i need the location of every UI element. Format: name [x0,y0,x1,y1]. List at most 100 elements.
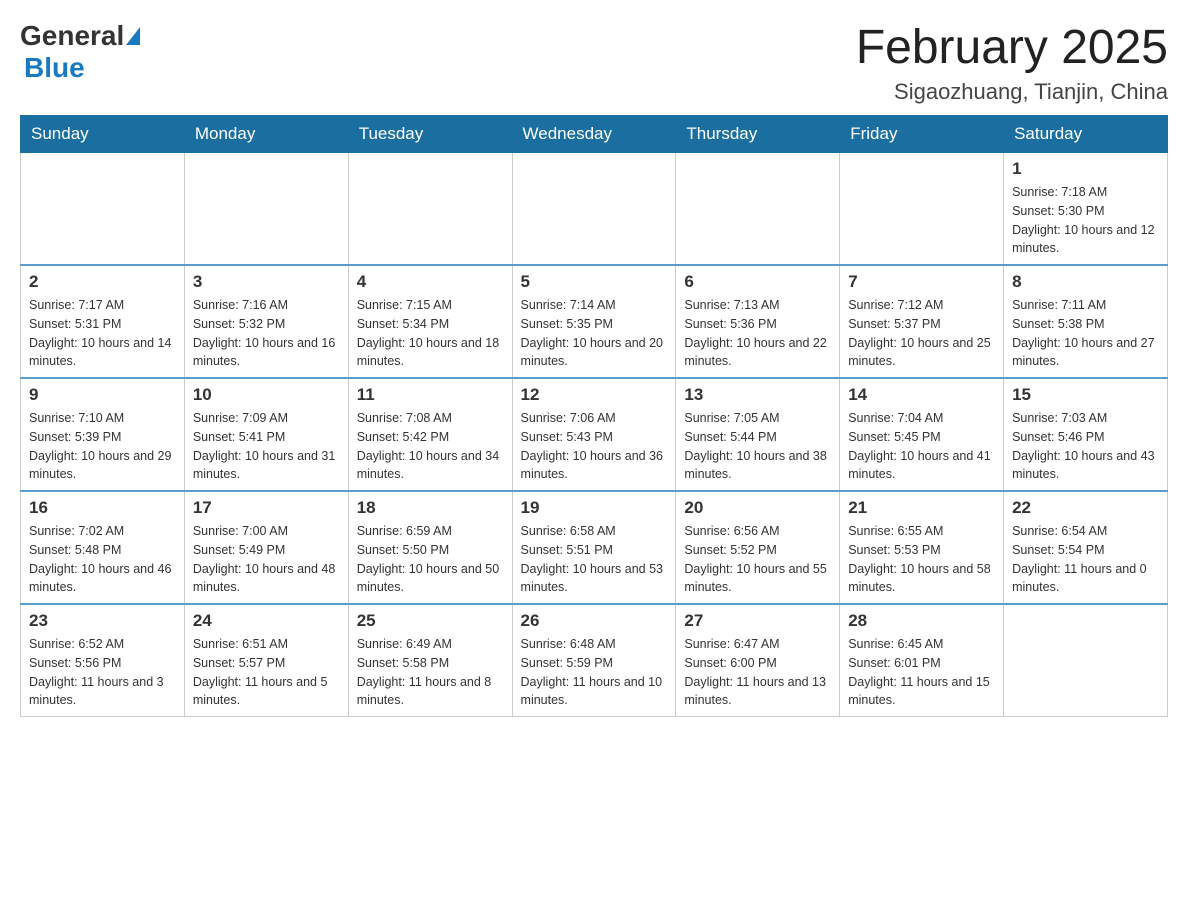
day-info: Sunrise: 6:48 AM Sunset: 5:59 PM Dayligh… [521,635,668,710]
calendar-cell: 19 Sunrise: 6:58 AM Sunset: 5:51 PM Dayli… [512,491,676,604]
day-info: Sunrise: 7:04 AM Sunset: 5:45 PM Dayligh… [848,409,995,484]
logo-blue-text: Blue [24,52,85,83]
day-number: 24 [193,611,340,631]
day-number: 28 [848,611,995,631]
day-number: 7 [848,272,995,292]
title-block: February 2025 Sigaozhuang, Tianjin, Chin… [856,20,1168,105]
calendar-day-header-saturday: Saturday [1004,116,1168,153]
calendar-cell: 10 Sunrise: 7:09 AM Sunset: 5:41 PM Dayli… [184,378,348,491]
day-info: Sunrise: 7:06 AM Sunset: 5:43 PM Dayligh… [521,409,668,484]
calendar-cell [348,153,512,266]
day-number: 6 [684,272,831,292]
calendar-day-header-friday: Friday [840,116,1004,153]
day-number: 10 [193,385,340,405]
calendar-day-header-wednesday: Wednesday [512,116,676,153]
calendar-cell [676,153,840,266]
day-number: 14 [848,385,995,405]
calendar-week-row-1: 1 Sunrise: 7:18 AM Sunset: 5:30 PM Daylig… [21,153,1168,266]
day-info: Sunrise: 7:02 AM Sunset: 5:48 PM Dayligh… [29,522,176,597]
calendar-week-row-2: 2Sunrise: 7:17 AM Sunset: 5:31 PM Daylig… [21,265,1168,378]
day-number: 19 [521,498,668,518]
day-info: Sunrise: 7:14 AM Sunset: 5:35 PM Dayligh… [521,296,668,371]
calendar-cell: 13 Sunrise: 7:05 AM Sunset: 5:44 PM Dayli… [676,378,840,491]
day-number: 4 [357,272,504,292]
day-info: Sunrise: 7:18 AM Sunset: 5:30 PM Dayligh… [1012,183,1159,258]
logo-general-text: General [20,20,124,52]
day-number: 22 [1012,498,1159,518]
day-number: 25 [357,611,504,631]
day-info: Sunrise: 7:15 AM Sunset: 5:34 PM Dayligh… [357,296,504,371]
day-number: 1 [1012,159,1159,179]
day-info: Sunrise: 7:16 AM Sunset: 5:32 PM Dayligh… [193,296,340,371]
calendar-cell: 4 Sunrise: 7:15 AM Sunset: 5:34 PM Daylig… [348,265,512,378]
logo-arrow-icon [126,27,140,45]
day-info: Sunrise: 6:49 AM Sunset: 5:58 PM Dayligh… [357,635,504,710]
calendar-cell: 7Sunrise: 7:12 AM Sunset: 5:37 PM Daylig… [840,265,1004,378]
day-number: 8 [1012,272,1159,292]
calendar-cell [21,153,185,266]
day-info: Sunrise: 6:56 AM Sunset: 5:52 PM Dayligh… [684,522,831,597]
day-number: 13 [684,385,831,405]
calendar-day-header-sunday: Sunday [21,116,185,153]
day-info: Sunrise: 6:51 AM Sunset: 5:57 PM Dayligh… [193,635,340,710]
calendar-cell: 12 Sunrise: 7:06 AM Sunset: 5:43 PM Dayli… [512,378,676,491]
calendar-week-row-3: 9 Sunrise: 7:10 AM Sunset: 5:39 PM Daylig… [21,378,1168,491]
calendar-cell: 15Sunrise: 7:03 AM Sunset: 5:46 PM Dayli… [1004,378,1168,491]
calendar-cell [840,153,1004,266]
day-info: Sunrise: 6:55 AM Sunset: 5:53 PM Dayligh… [848,522,995,597]
day-number: 27 [684,611,831,631]
calendar-cell: 26 Sunrise: 6:48 AM Sunset: 5:59 PM Dayli… [512,604,676,717]
day-number: 15 [1012,385,1159,405]
calendar-cell: 14 Sunrise: 7:04 AM Sunset: 5:45 PM Dayli… [840,378,1004,491]
calendar-cell: 20Sunrise: 6:56 AM Sunset: 5:52 PM Dayli… [676,491,840,604]
day-info: Sunrise: 6:54 AM Sunset: 5:54 PM Dayligh… [1012,522,1159,597]
day-info: Sunrise: 7:09 AM Sunset: 5:41 PM Dayligh… [193,409,340,484]
day-number: 11 [357,385,504,405]
calendar-cell: 22 Sunrise: 6:54 AM Sunset: 5:54 PM Dayli… [1004,491,1168,604]
calendar-cell: 27 Sunrise: 6:47 AM Sunset: 6:00 PM Dayli… [676,604,840,717]
calendar-week-row-5: 23 Sunrise: 6:52 AM Sunset: 5:56 PM Dayli… [21,604,1168,717]
calendar-table: SundayMondayTuesdayWednesdayThursdayFrid… [20,115,1168,717]
day-number: 17 [193,498,340,518]
calendar-cell: 23 Sunrise: 6:52 AM Sunset: 5:56 PM Dayli… [21,604,185,717]
day-info: Sunrise: 6:58 AM Sunset: 5:51 PM Dayligh… [521,522,668,597]
day-number: 26 [521,611,668,631]
calendar-cell [512,153,676,266]
calendar-day-header-tuesday: Tuesday [348,116,512,153]
calendar-day-header-thursday: Thursday [676,116,840,153]
day-info: Sunrise: 6:52 AM Sunset: 5:56 PM Dayligh… [29,635,176,710]
day-info: Sunrise: 7:13 AM Sunset: 5:36 PM Dayligh… [684,296,831,371]
day-info: Sunrise: 7:10 AM Sunset: 5:39 PM Dayligh… [29,409,176,484]
day-info: Sunrise: 7:11 AM Sunset: 5:38 PM Dayligh… [1012,296,1159,371]
calendar-cell: 21Sunrise: 6:55 AM Sunset: 5:53 PM Dayli… [840,491,1004,604]
day-info: Sunrise: 6:47 AM Sunset: 6:00 PM Dayligh… [684,635,831,710]
logo: General Blue [20,20,142,84]
calendar-cell: 1 Sunrise: 7:18 AM Sunset: 5:30 PM Daylig… [1004,153,1168,266]
day-number: 9 [29,385,176,405]
day-info: Sunrise: 7:00 AM Sunset: 5:49 PM Dayligh… [193,522,340,597]
calendar-cell: 9 Sunrise: 7:10 AM Sunset: 5:39 PM Daylig… [21,378,185,491]
calendar-cell: 8 Sunrise: 7:11 AM Sunset: 5:38 PM Daylig… [1004,265,1168,378]
calendar-cell: 11Sunrise: 7:08 AM Sunset: 5:42 PM Dayli… [348,378,512,491]
day-number: 23 [29,611,176,631]
calendar-cell: 25 Sunrise: 6:49 AM Sunset: 5:58 PM Dayli… [348,604,512,717]
day-number: 12 [521,385,668,405]
location-subtitle: Sigaozhuang, Tianjin, China [856,79,1168,105]
calendar-cell [184,153,348,266]
calendar-cell [1004,604,1168,717]
day-number: 2 [29,272,176,292]
calendar-cell: 6 Sunrise: 7:13 AM Sunset: 5:36 PM Daylig… [676,265,840,378]
day-number: 3 [193,272,340,292]
calendar-week-row-4: 16Sunrise: 7:02 AM Sunset: 5:48 PM Dayli… [21,491,1168,604]
calendar-cell: 17 Sunrise: 7:00 AM Sunset: 5:49 PM Dayli… [184,491,348,604]
day-info: Sunrise: 7:05 AM Sunset: 5:44 PM Dayligh… [684,409,831,484]
calendar-cell: 2Sunrise: 7:17 AM Sunset: 5:31 PM Daylig… [21,265,185,378]
calendar-cell: 5Sunrise: 7:14 AM Sunset: 5:35 PM Daylig… [512,265,676,378]
day-number: 18 [357,498,504,518]
calendar-cell: 16Sunrise: 7:02 AM Sunset: 5:48 PM Dayli… [21,491,185,604]
day-info: Sunrise: 6:59 AM Sunset: 5:50 PM Dayligh… [357,522,504,597]
calendar-header-row: SundayMondayTuesdayWednesdayThursdayFrid… [21,116,1168,153]
calendar-cell: 3 Sunrise: 7:16 AM Sunset: 5:32 PM Daylig… [184,265,348,378]
calendar-cell: 18 Sunrise: 6:59 AM Sunset: 5:50 PM Dayli… [348,491,512,604]
calendar-cell: 24 Sunrise: 6:51 AM Sunset: 5:57 PM Dayli… [184,604,348,717]
